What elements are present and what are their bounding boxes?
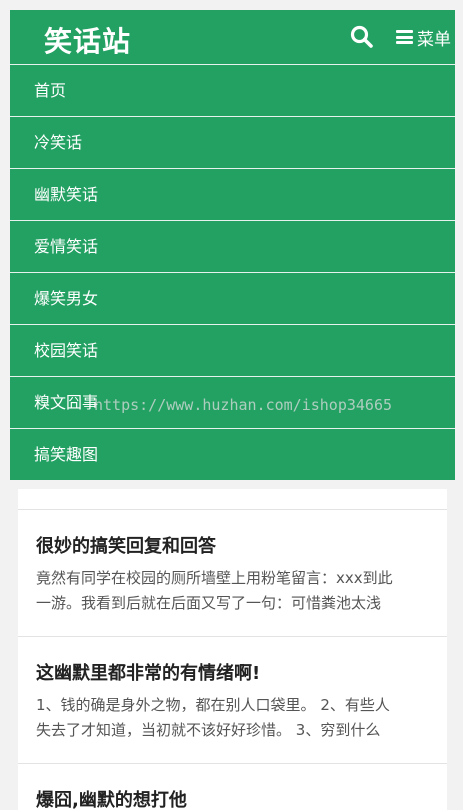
nav-item-embarrassing-stories[interactable]: 糗文囧事 (10, 376, 455, 428)
list-item[interactable]: 爆囧,幽默的想打他 (18, 763, 447, 810)
nav-item-home[interactable]: 首页 (10, 64, 455, 116)
page-frame: 笑话站 菜单 首页 冷笑话 幽默笑话 爱情笑话 爆笑男女 校园笑话 糗文囧事 搞… (10, 10, 455, 810)
article-excerpt-line: 竟然有同学在校园的厕所墙壁上用粉笔留言：xxx到此 (36, 569, 393, 587)
article-excerpt-line: 失去了才知道，当初就不该好好珍惜。 3、穷到什么 (36, 721, 381, 739)
nav-item-humor-jokes[interactable]: 幽默笑话 (10, 168, 455, 220)
nav-item-funny-gender[interactable]: 爆笑男女 (10, 272, 455, 324)
article-excerpt-line: 一游。我看到后就在后面又写了一句：可惜粪池太浅 (36, 594, 382, 612)
site-logo[interactable]: 笑话站 (44, 20, 131, 60)
nav-menu: 首页 冷笑话 幽默笑话 爱情笑话 爆笑男女 校园笑话 糗文囧事 搞笑趣图 (10, 64, 455, 480)
menu-label: 菜单 (417, 29, 451, 50)
article-excerpt-line: 1、钱的确是身外之物，都在别人口袋里。 2、有些人 (36, 696, 390, 714)
list-item[interactable]: 这幽默里都非常的有情绪啊! 1、钱的确是身外之物，都在别人口袋里。 2、有些人 … (18, 636, 447, 764)
nav-item-cold-jokes[interactable]: 冷笑话 (10, 116, 455, 168)
list-item[interactable]: 很妙的搞笑回复和回答 竟然有同学在校园的厕所墙壁上用粉笔留言：xxx到此 一游。… (18, 509, 447, 637)
article-title[interactable]: 很妙的搞笑回复和回答 (36, 532, 429, 558)
article-list: 很妙的搞笑回复和回答 竟然有同学在校园的厕所墙壁上用粉笔留言：xxx到此 一游。… (18, 489, 447, 810)
article-title[interactable]: 这幽默里都非常的有情绪啊! (36, 659, 429, 685)
nav-item-love-jokes[interactable]: 爱情笑话 (10, 220, 455, 272)
nav-item-campus-jokes[interactable]: 校园笑话 (10, 324, 455, 376)
site-header: 笑话站 菜单 (10, 10, 455, 64)
search-button[interactable] (349, 24, 375, 50)
search-icon (350, 25, 373, 48)
nav-item-funny-pictures[interactable]: 搞笑趣图 (10, 428, 455, 480)
menu-button[interactable]: 菜单 (396, 24, 451, 50)
article-title[interactable]: 爆囧,幽默的想打他 (36, 786, 429, 810)
hamburger-icon (396, 30, 413, 44)
